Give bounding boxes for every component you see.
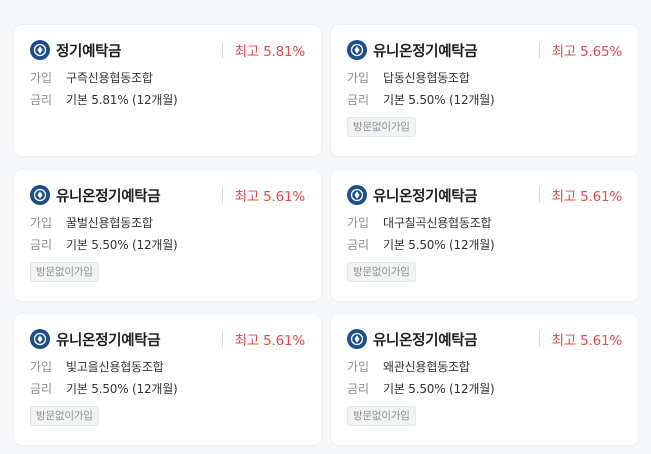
- join-row: 가입 왜관신용협동조합: [347, 359, 622, 375]
- rate-label: 금리: [30, 93, 53, 107]
- base-rate: 기본 5.81% (12개월): [66, 93, 178, 107]
- rate-row: 금리 기본 5.50% (12개월): [30, 237, 305, 253]
- product-card[interactable]: 유니온정기예탁금 최고 5.65% 가입 답동신용협동조합 금리 기본 5.50…: [331, 25, 638, 156]
- base-rate: 기본 5.50% (12개월): [66, 382, 178, 396]
- rate-label: 금리: [30, 382, 53, 396]
- card-header: 유니온정기예탁금 최고 5.61%: [30, 328, 305, 350]
- credit-union-logo-icon: [347, 329, 367, 349]
- credit-union-logo-icon: [30, 40, 50, 60]
- max-rate-area: 최고 5.61%: [538, 185, 623, 205]
- rate-label: 금리: [347, 382, 370, 396]
- institution-name: 구즉신용협동조합: [66, 71, 153, 85]
- max-rate: 최고 5.61%: [234, 333, 306, 349]
- rate-label: 금리: [347, 93, 370, 107]
- credit-union-logo-icon: [347, 185, 367, 205]
- institution-name: 꿀벌신용협동조합: [66, 216, 153, 230]
- product-name: 유니온정기예탁금: [373, 43, 478, 60]
- base-rate: 기본 5.50% (12개월): [383, 382, 495, 396]
- join-row: 가입 대구칠곡신용협동조합: [347, 215, 622, 231]
- rate-label: 금리: [347, 238, 370, 252]
- product-name: 유니온정기예탁금: [56, 188, 161, 205]
- divider: [221, 331, 223, 347]
- join-label: 가입: [30, 360, 53, 374]
- max-rate: 최고 5.65%: [551, 44, 623, 60]
- max-rate-area: 최고 5.65%: [538, 40, 623, 60]
- product-card[interactable]: 정기예탁금 최고 5.81% 가입 구즉신용협동조합 금리 기본 5.81% (…: [14, 25, 321, 156]
- rate-row: 금리 기본 5.50% (12개월): [347, 237, 622, 253]
- join-label: 가입: [347, 71, 370, 85]
- institution-name: 대구칠곡신용협동조합: [383, 216, 492, 230]
- max-rate-area: 최고 5.81%: [221, 40, 306, 60]
- card-header: 유니온정기예탁금 최고 5.61%: [347, 328, 622, 350]
- max-rate-area: 최고 5.61%: [221, 329, 306, 349]
- join-row: 가입 꿀벌신용협동조합: [30, 215, 305, 231]
- product-card[interactable]: 유니온정기예탁금 최고 5.61% 가입 빛고을신용협동조합 금리 기본 5.5…: [14, 314, 321, 445]
- max-rate: 최고 5.61%: [551, 189, 623, 205]
- max-rate-area: 최고 5.61%: [538, 329, 623, 349]
- max-rate-area: 최고 5.61%: [221, 185, 306, 205]
- card-header: 유니온정기예탁금 최고 5.65%: [347, 39, 622, 61]
- divider: [538, 331, 540, 347]
- join-row: 가입 빛고을신용협동조합: [30, 359, 305, 375]
- credit-union-logo-icon: [347, 40, 367, 60]
- divider: [538, 187, 540, 203]
- base-rate: 기본 5.50% (12개월): [383, 93, 495, 107]
- product-name: 정기예탁금: [56, 43, 122, 60]
- product-name: 유니온정기예탁금: [373, 188, 478, 205]
- divider: [221, 187, 223, 203]
- card-header: 유니온정기예탁금 최고 5.61%: [30, 184, 305, 206]
- join-label: 가입: [30, 216, 53, 230]
- divider: [538, 42, 540, 58]
- max-rate: 최고 5.81%: [234, 44, 306, 60]
- rate-row: 금리 기본 5.50% (12개월): [347, 92, 622, 108]
- product-card[interactable]: 유니온정기예탁금 최고 5.61% 가입 왜관신용협동조합 금리 기본 5.50…: [331, 314, 638, 445]
- product-card[interactable]: 유니온정기예탁금 최고 5.61% 가입 꿀벌신용협동조합 금리 기본 5.50…: [14, 170, 321, 301]
- max-rate: 최고 5.61%: [551, 333, 623, 349]
- join-label: 가입: [347, 360, 370, 374]
- rate-row: 금리 기본 5.50% (12개월): [30, 381, 305, 397]
- online-join-badge: 방문없이가입: [347, 262, 416, 282]
- product-name: 유니온정기예탁금: [373, 332, 478, 349]
- rate-row: 금리 기본 5.50% (12개월): [347, 381, 622, 397]
- rate-row: 금리 기본 5.81% (12개월): [30, 92, 305, 108]
- card-header: 정기예탁금 최고 5.81%: [30, 39, 305, 61]
- product-name: 유니온정기예탁금: [56, 332, 161, 349]
- join-label: 가입: [347, 216, 370, 230]
- card-header: 유니온정기예탁금 최고 5.61%: [347, 184, 622, 206]
- online-join-badge: 방문없이가입: [347, 406, 416, 426]
- online-join-badge: 방문없이가입: [30, 406, 99, 426]
- join-label: 가입: [30, 71, 53, 85]
- divider: [221, 42, 223, 58]
- rate-label: 금리: [30, 238, 53, 252]
- institution-name: 빛고을신용협동조합: [66, 360, 164, 374]
- product-card[interactable]: 유니온정기예탁금 최고 5.61% 가입 대구칠곡신용협동조합 금리 기본 5.…: [331, 170, 638, 301]
- credit-union-logo-icon: [30, 185, 50, 205]
- online-join-badge: 방문없이가입: [30, 262, 99, 282]
- join-row: 가입 구즉신용협동조합: [30, 70, 305, 86]
- max-rate: 최고 5.61%: [234, 189, 306, 205]
- institution-name: 답동신용협동조합: [383, 71, 470, 85]
- credit-union-logo-icon: [30, 329, 50, 349]
- base-rate: 기본 5.50% (12개월): [383, 238, 495, 252]
- join-row: 가입 답동신용협동조합: [347, 70, 622, 86]
- base-rate: 기본 5.50% (12개월): [66, 238, 178, 252]
- institution-name: 왜관신용협동조합: [383, 360, 470, 374]
- online-join-badge: 방문없이가입: [347, 117, 416, 137]
